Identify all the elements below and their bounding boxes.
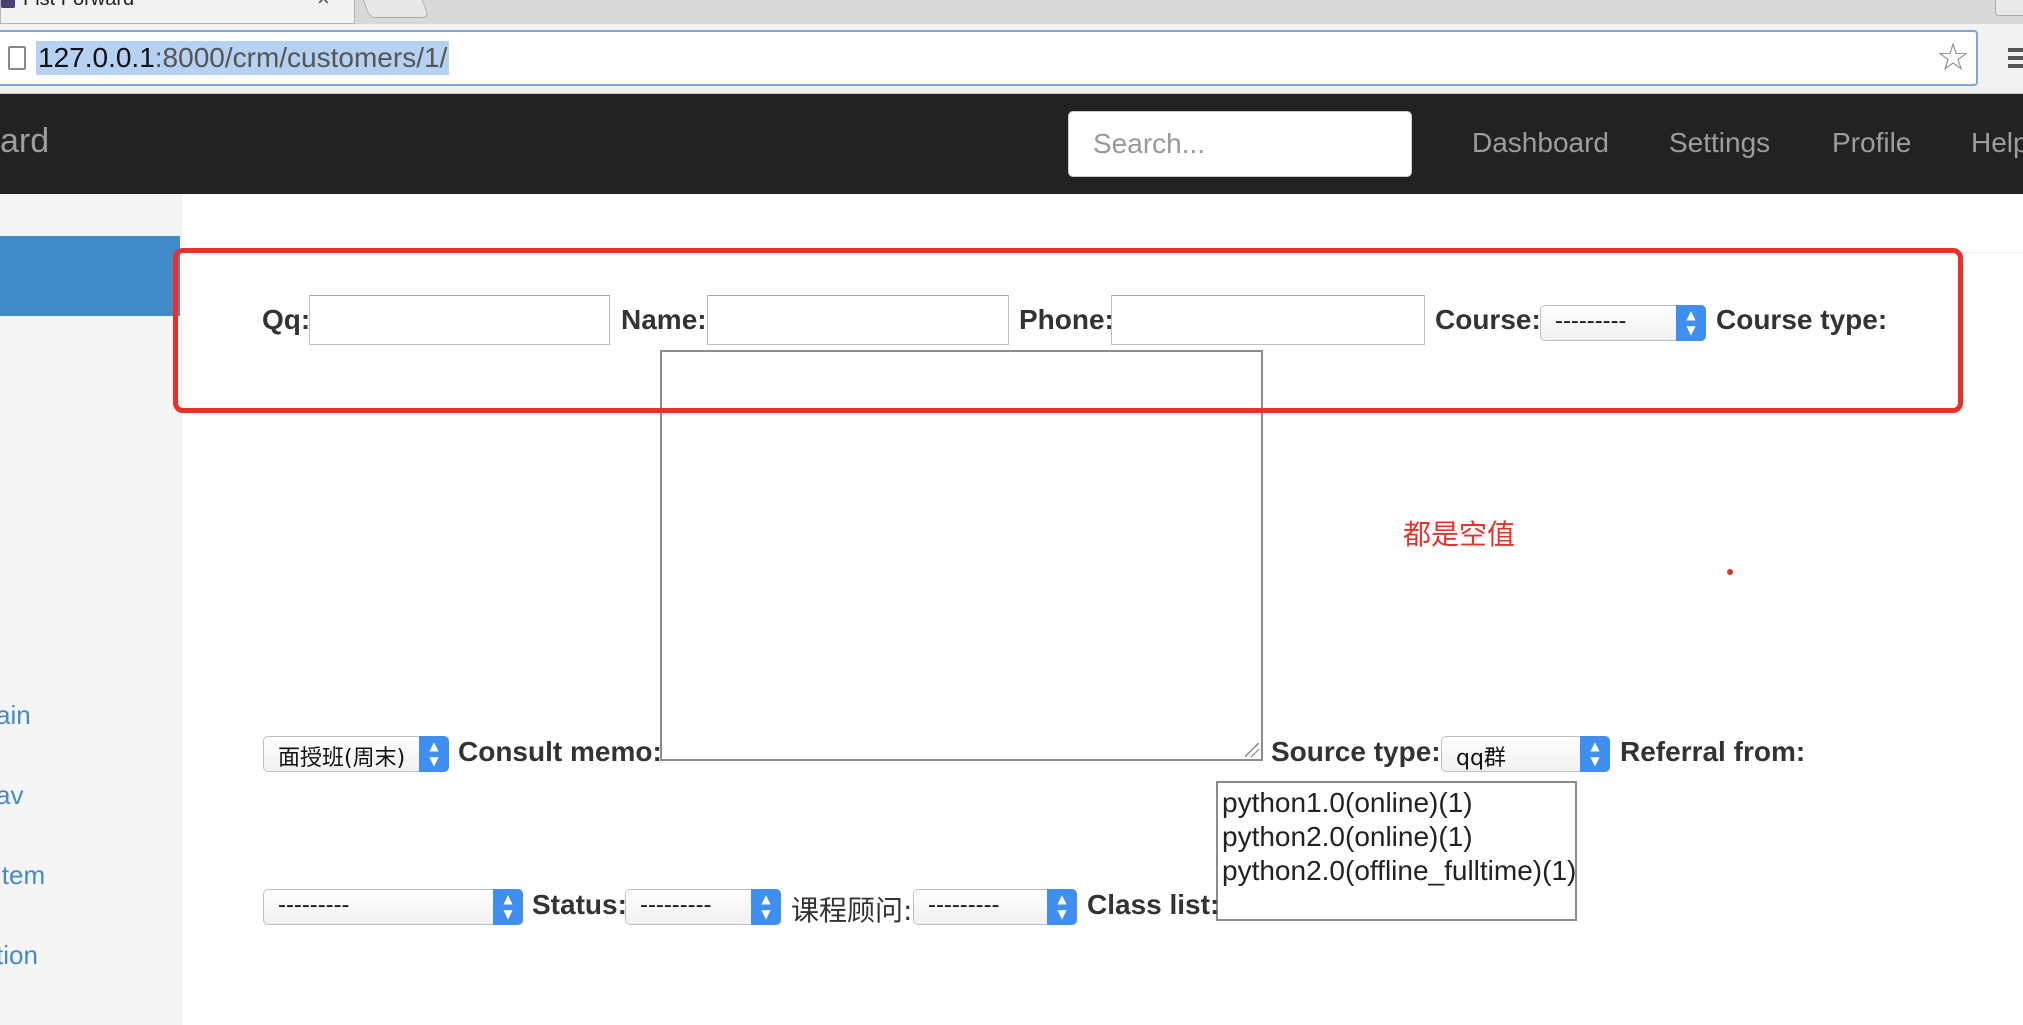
- nav-link-help[interactable]: Help: [1971, 127, 2023, 159]
- sidebar: ain av item tion: [0, 194, 182, 1025]
- select-arrows-icon: ▲ ▼: [1580, 736, 1610, 772]
- referral-from-select[interactable]: --------- ▲ ▼: [263, 889, 523, 925]
- top-navbar: ard Dashboard Settings Profile Help: [0, 94, 2023, 194]
- select-arrows-icon: ▲ ▼: [751, 889, 781, 925]
- source-type-select[interactable]: qq群 ▲ ▼: [1441, 736, 1610, 772]
- status-select-value: ---------: [640, 893, 712, 918]
- annotation-note: 都是空值: [1403, 519, 1516, 550]
- new-tab-button[interactable]: [360, 0, 430, 18]
- class-list-option[interactable]: python2.0(offline_fulltime)(1): [1222, 854, 1576, 888]
- sidebar-item[interactable]: item: [0, 860, 45, 891]
- referral-from-select-value: ---------: [278, 893, 350, 918]
- nav-link-settings[interactable]: Settings: [1669, 127, 1770, 159]
- address-url[interactable]: 127.0.0.1:8000/crm/customers/1/: [36, 41, 450, 75]
- select-arrows-icon: ▲ ▼: [1047, 889, 1077, 925]
- select-arrows-icon: ▲ ▼: [493, 889, 523, 925]
- class-list-option[interactable]: python1.0(online)(1): [1222, 786, 1571, 820]
- sidebar-item[interactable]: av: [0, 780, 23, 811]
- tab-close-icon[interactable]: ×: [317, 0, 330, 12]
- status-label: Status:: [532, 889, 627, 920]
- select-arrows-icon: ▲ ▼: [419, 736, 449, 772]
- address-bar[interactable]: 127.0.0.1:8000/crm/customers/1/ ☆: [0, 30, 1978, 86]
- consultant-label: 课程顾问:: [791, 894, 913, 927]
- annotation-dot: [1727, 569, 1733, 575]
- referral-from-label: Referral from:: [1620, 736, 1806, 767]
- sidebar-item-active[interactable]: [0, 236, 180, 316]
- site-favicon-icon: [1, 0, 15, 8]
- search-input[interactable]: [1068, 111, 1412, 177]
- class-list-label: Class list:: [1087, 889, 1220, 920]
- nav-link-profile[interactable]: Profile: [1832, 127, 1911, 159]
- sidebar-item[interactable]: ain: [0, 700, 31, 731]
- sidebar-item[interactable]: tion: [0, 940, 38, 971]
- annotation-highlight-box: [173, 248, 1963, 413]
- source-type-label: Source type:: [1271, 736, 1441, 767]
- nav-link-dashboard[interactable]: Dashboard: [1472, 127, 1609, 159]
- browser-menu-icon[interactable]: [2008, 48, 2023, 72]
- browser-tab-strip: Fist Forward ×: [0, 0, 2023, 24]
- bookmark-star-icon[interactable]: ☆: [1936, 38, 1970, 78]
- class-list-option[interactable]: python2.0(online)(1): [1222, 820, 1571, 854]
- browser-tab[interactable]: Fist Forward ×: [0, 0, 355, 24]
- source-type-select-value: qq群: [1456, 746, 1506, 771]
- url-host: 127.0.0.1: [38, 42, 155, 73]
- course-type-select-value: 面授班(周末): [278, 746, 406, 771]
- page-icon: [8, 46, 26, 70]
- consultant-select-value: ---------: [928, 893, 1000, 918]
- browser-toolbar: 127.0.0.1:8000/crm/customers/1/ ☆: [0, 24, 2023, 94]
- url-path: :8000/crm/customers/1/: [154, 42, 448, 73]
- consult-memo-label: Consult memo:: [458, 736, 662, 767]
- browser-tab-title: Fist Forward: [23, 0, 134, 11]
- window-control[interactable]: [1995, 0, 2023, 16]
- consultant-select[interactable]: --------- ▲ ▼: [913, 889, 1077, 925]
- navbar-brand[interactable]: ard: [0, 122, 49, 161]
- class-list-listbox[interactable]: python1.0(online)(1) python2.0(online)(1…: [1216, 781, 1577, 921]
- status-select[interactable]: --------- ▲ ▼: [625, 889, 781, 925]
- course-type-select[interactable]: 面授班(周末) ▲ ▼: [263, 736, 449, 772]
- resize-grip-icon[interactable]: [1245, 743, 1259, 757]
